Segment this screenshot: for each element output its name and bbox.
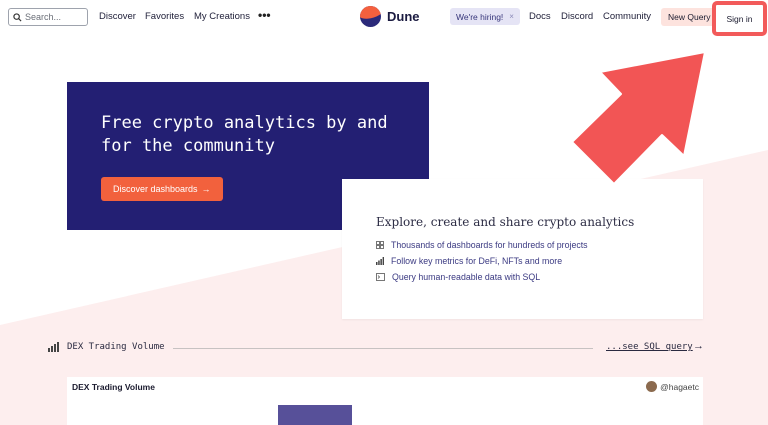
info-card: Explore, create and share crypto analyti…: [342, 179, 703, 319]
dune-logo-icon: [360, 6, 381, 27]
info-item-label: Thousands of dashboards for hundreds of …: [391, 240, 588, 250]
search-icon: [13, 12, 22, 22]
hiring-text: We're hiring!: [456, 11, 504, 22]
nav-my-creations[interactable]: My Creations: [194, 11, 250, 22]
info-title: Explore, create and share crypto analyti…: [376, 215, 635, 229]
arrow-right-icon: →: [201, 184, 211, 194]
nav-discover[interactable]: Discover: [99, 11, 136, 22]
search-placeholder: Search...: [25, 12, 62, 22]
divider: [173, 348, 593, 349]
nav-community[interactable]: Community: [603, 11, 651, 22]
info-item-label: Query human-readable data with SQL: [392, 272, 541, 282]
author-name: @hagaetc: [660, 381, 699, 392]
hero-title: Free crypto analytics by and for the com…: [101, 113, 388, 156]
arrow-right-icon: →: [693, 340, 704, 352]
chart-author[interactable]: @hagaetc: [646, 381, 699, 392]
info-item-label: Follow key metrics for DeFi, NFTs and mo…: [391, 256, 563, 266]
bar-chart-icon: [376, 257, 384, 265]
hiring-badge[interactable]: We're hiring! ×: [450, 8, 520, 25]
dex-chart-card[interactable]: DEX Trading Volume @hagaetc: [67, 377, 703, 425]
info-item-sql: Query human-readable data with SQL: [376, 272, 540, 282]
info-item-dashboards: Thousands of dashboards for hundreds of …: [376, 240, 588, 250]
chart-title: DEX Trading Volume: [72, 382, 155, 392]
bar-chart-icon: [48, 342, 59, 352]
chart-bar: [278, 405, 352, 425]
dex-section-header: DEX Trading Volume ...see SQL query →: [48, 340, 704, 356]
see-sql-query-link[interactable]: ...see SQL query: [606, 342, 693, 352]
top-navbar: Search... Discover Favorites My Creation…: [0, 0, 768, 36]
avatar: [646, 381, 658, 392]
terminal-icon: [376, 273, 385, 281]
info-item-metrics: Follow key metrics for DeFi, NFTs and mo…: [376, 256, 562, 266]
discover-dashboards-label: Discover dashboards: [113, 184, 198, 194]
brand-name: Dune: [387, 9, 420, 24]
dex-section-label: DEX Trading Volume: [67, 342, 165, 352]
grid-icon: [376, 241, 384, 249]
sign-in-button[interactable]: Sign in: [712, 1, 767, 36]
discover-dashboards-button[interactable]: Discover dashboards →: [101, 177, 223, 201]
nav-docs[interactable]: Docs: [529, 11, 551, 22]
dune-logo[interactable]: Dune: [360, 6, 420, 27]
close-icon[interactable]: ×: [509, 12, 514, 21]
new-query-button[interactable]: New Query: [661, 8, 718, 26]
pointer-arrow-icon: [560, 40, 710, 190]
nav-discord[interactable]: Discord: [561, 11, 593, 22]
nav-favorites[interactable]: Favorites: [145, 11, 184, 22]
search-input[interactable]: Search...: [8, 8, 88, 26]
more-menu-button[interactable]: •••: [258, 8, 271, 22]
